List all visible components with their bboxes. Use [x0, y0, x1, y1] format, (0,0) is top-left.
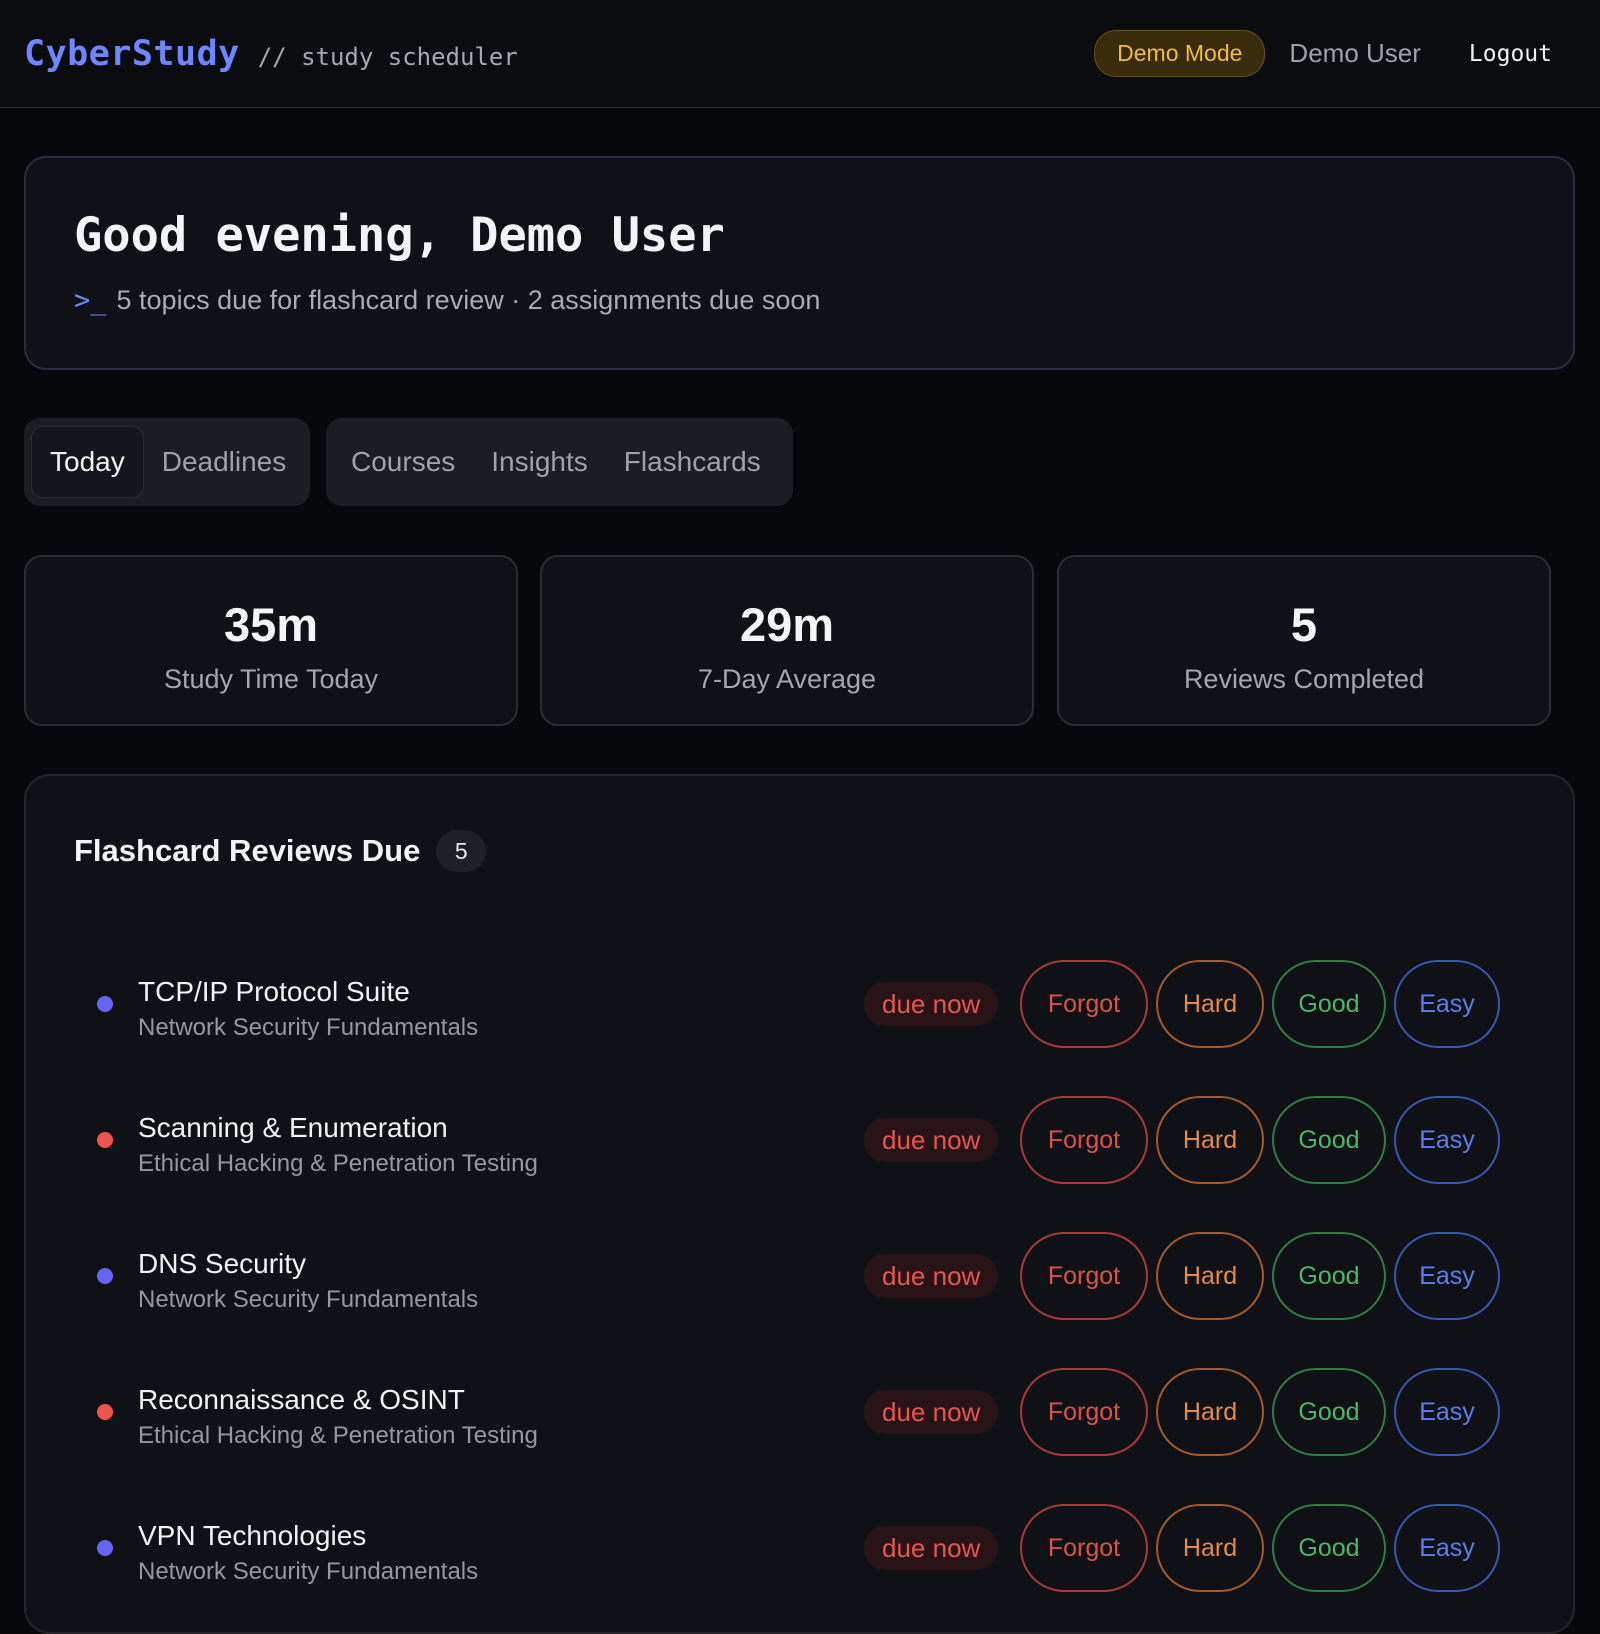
stat-value: 5 — [1290, 598, 1318, 651]
easy-button[interactable]: Easy — [1394, 960, 1500, 1048]
forgot-button[interactable]: Forgot — [1020, 1232, 1148, 1320]
due-status-badge: due now — [864, 982, 999, 1026]
hard-button[interactable]: Hard — [1156, 1504, 1264, 1592]
stat-card-study-time: 35m Study Time Today — [24, 555, 518, 726]
topic-title: Reconnaissance & OSINT — [138, 1384, 465, 1415]
tab-insights[interactable]: Insights — [473, 426, 606, 498]
due-status-badge: due now — [864, 1526, 999, 1570]
good-button[interactable]: Good — [1272, 1232, 1386, 1320]
topic-course: Network Security Fundamentals — [138, 1014, 479, 1041]
stat-card-reviews-completed: 5 Reviews Completed — [1057, 555, 1551, 726]
top-right-controls: Demo Mode Demo User Logout — [1094, 30, 1576, 77]
topic-course: Ethical Hacking & Penetration Testing — [138, 1150, 538, 1177]
course-color-dot — [97, 1540, 113, 1556]
review-row: TCP/IP Protocol Suite Network Security F… — [26, 958, 1577, 1048]
panel-header: Flashcard Reviews Due 5 — [74, 830, 487, 872]
hard-button[interactable]: Hard — [1156, 1096, 1264, 1184]
greeting-summary: >_ 5 topics due for flashcard review · 2 … — [74, 285, 1525, 316]
due-status-badge: due now — [864, 1390, 999, 1434]
topic-title: DNS Security — [138, 1248, 307, 1279]
course-color-dot — [97, 996, 113, 1012]
course-color-dot — [97, 1132, 113, 1148]
easy-button[interactable]: Easy — [1394, 1096, 1500, 1184]
hard-button[interactable]: Hard — [1156, 960, 1264, 1048]
review-count-badge: 5 — [436, 830, 487, 872]
review-row: DNS Security Network Security Fundamenta… — [26, 1230, 1577, 1320]
topic-title: VPN Technologies — [138, 1520, 367, 1551]
tab-group-primary: Today Deadlines — [24, 418, 310, 506]
top-bar: CyberStudy // study scheduler Demo Mode … — [0, 0, 1600, 108]
topic-course: Ethical Hacking & Penetration Testing — [138, 1422, 538, 1449]
hard-button[interactable]: Hard — [1156, 1368, 1264, 1456]
logout-button[interactable]: Logout — [1469, 41, 1552, 67]
topic-course: Network Security Fundamentals — [138, 1558, 479, 1585]
stat-label: Study Time Today — [163, 664, 379, 694]
tab-flashcards[interactable]: Flashcards — [606, 426, 779, 498]
flashcard-reviews-panel: Flashcard Reviews Due 5 TCP/IP Protocol … — [24, 774, 1575, 1634]
tab-deadlines[interactable]: Deadlines — [144, 426, 305, 498]
user-name: Demo User — [1289, 38, 1421, 68]
brand: CyberStudy // study scheduler — [24, 34, 518, 74]
review-row: Scanning & Enumeration Ethical Hacking &… — [26, 1094, 1577, 1184]
forgot-button[interactable]: Forgot — [1020, 1096, 1148, 1184]
forgot-button[interactable]: Forgot — [1020, 1368, 1148, 1456]
greeting-card: Good evening, Demo User >_ 5 topics due f… — [24, 156, 1575, 370]
stat-label: Reviews Completed — [1183, 664, 1425, 694]
demo-mode-badge: Demo Mode — [1094, 30, 1266, 77]
review-row: Reconnaissance & OSINT Ethical Hacking &… — [26, 1366, 1577, 1456]
stat-value: 29m — [739, 598, 835, 651]
topic-title: TCP/IP Protocol Suite — [138, 976, 410, 1007]
easy-button[interactable]: Easy — [1394, 1368, 1500, 1456]
brand-subtitle: // study scheduler — [257, 42, 518, 71]
good-button[interactable]: Good — [1272, 1368, 1386, 1456]
hard-button[interactable]: Hard — [1156, 1232, 1264, 1320]
panel-title: Flashcard Reviews Due — [74, 833, 421, 868]
good-button[interactable]: Good — [1272, 960, 1386, 1048]
course-color-dot — [97, 1404, 113, 1420]
tab-today[interactable]: Today — [31, 426, 144, 498]
course-color-dot — [97, 1268, 113, 1284]
greeting-summary-text: 5 topics due for flashcard review · 2 as… — [116, 285, 821, 315]
greeting-title: Good evening, Demo User — [74, 208, 725, 263]
easy-button[interactable]: Easy — [1394, 1232, 1500, 1320]
due-status-badge: due now — [864, 1118, 999, 1162]
due-status-badge: due now — [864, 1254, 999, 1298]
tab-group-secondary: Courses Insights Flashcards — [326, 418, 793, 506]
forgot-button[interactable]: Forgot — [1020, 960, 1148, 1048]
stat-card-7day-average: 29m 7-Day Average — [540, 555, 1034, 726]
review-row: VPN Technologies Network Security Fundam… — [26, 1502, 1577, 1592]
tab-courses[interactable]: Courses — [333, 426, 473, 498]
topic-course: Network Security Fundamentals — [138, 1286, 479, 1313]
good-button[interactable]: Good — [1272, 1504, 1386, 1592]
brand-logo-text[interactable]: CyberStudy — [24, 34, 240, 74]
good-button[interactable]: Good — [1272, 1096, 1386, 1184]
terminal-prompt-icon: >_ — [74, 285, 107, 316]
stat-value: 35m — [223, 598, 319, 651]
topic-title: Scanning & Enumeration — [138, 1112, 448, 1143]
stat-label: 7-Day Average — [697, 664, 877, 694]
easy-button[interactable]: Easy — [1394, 1504, 1500, 1592]
forgot-button[interactable]: Forgot — [1020, 1504, 1148, 1592]
